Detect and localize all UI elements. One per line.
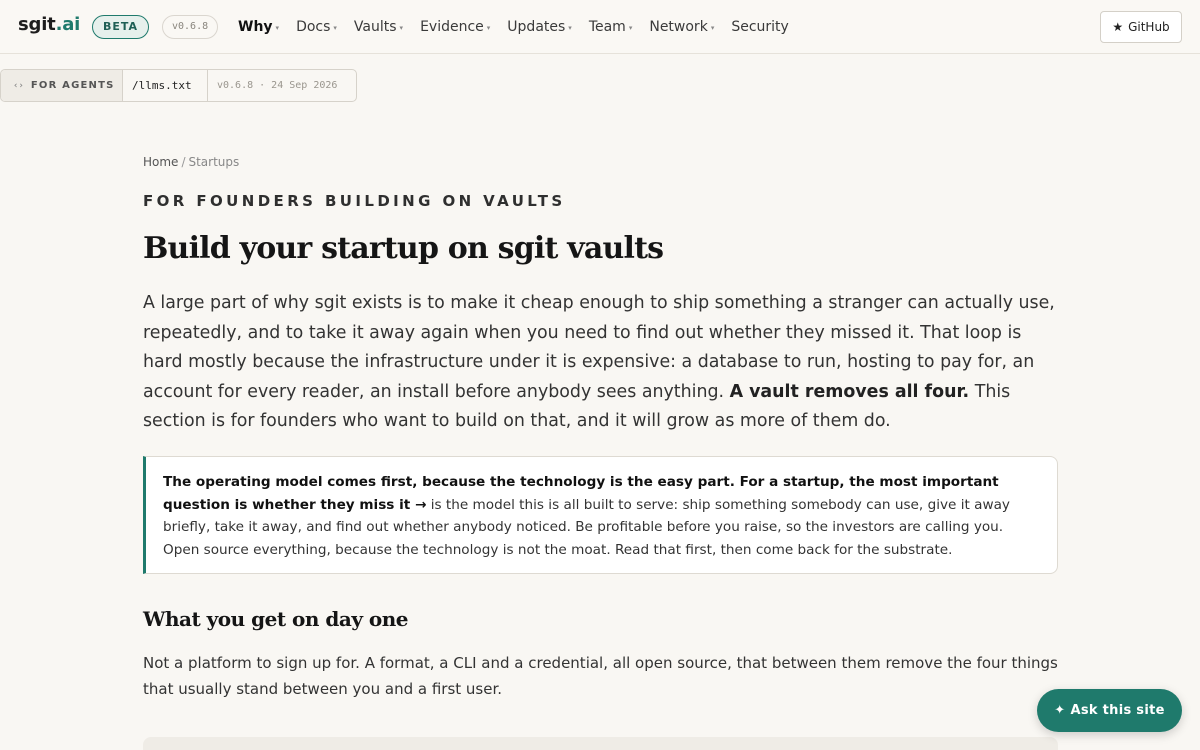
agents-label-segment: ‹› FOR AGENTS	[1, 70, 123, 101]
top-navigation-bar: sgit.ai BETA v0.6.8 Why ▾ Docs ▾ Vaults ▾ E…	[0, 0, 1200, 54]
next-content-block	[143, 737, 1058, 750]
nav-label: Security	[731, 19, 789, 35]
nav-label: Vaults	[353, 19, 397, 35]
lead-paragraph: A large part of why sgit exists is to ma…	[143, 289, 1058, 437]
breadcrumb-home-link[interactable]: Home	[143, 155, 178, 169]
nav-label: Network	[649, 19, 708, 35]
chevron-down-icon: ▾	[399, 24, 404, 32]
llms-txt-link[interactable]: /llms.txt	[123, 70, 208, 101]
logo-accent: .ai	[55, 14, 81, 35]
version-badge: v0.6.8	[162, 15, 219, 39]
code-icon: ‹›	[13, 80, 24, 91]
agents-label: FOR AGENTS	[30, 80, 115, 91]
sparkle-icon: ✦	[1054, 703, 1066, 718]
chevron-down-icon: ▾	[710, 24, 715, 32]
logo-text: sgit	[18, 14, 56, 35]
agents-strip: ‹› FOR AGENTS /llms.txt v0.6.8 · 24 Sep 2…	[0, 69, 357, 102]
chevron-down-icon: ▾	[568, 24, 572, 32]
lead-emphasis: A vault removes all four.	[729, 381, 970, 402]
operating-model-callout: The operating model comes first, because…	[143, 456, 1058, 574]
breadcrumb-separator: /	[181, 155, 186, 169]
nav-item-why[interactable]: Why ▾	[238, 19, 279, 35]
breadcrumb: Home / Startups	[143, 155, 239, 169]
section-paragraph: Not a platform to sign up for. A format,…	[143, 654, 1058, 698]
nav-item-team[interactable]: Team ▾	[589, 19, 633, 35]
section-heading: What you get on day one	[143, 607, 409, 631]
breadcrumb-current: Startups	[188, 155, 240, 169]
nav-item-security[interactable]: Security	[731, 19, 789, 35]
section-eyebrow: FOR FOUNDERS BUILDING ON VAULTS	[143, 192, 566, 210]
nav-item-updates[interactable]: Updates ▾	[507, 19, 572, 35]
page-title: Build your startup on sgit vaults	[143, 231, 664, 266]
agents-version-date: v0.6.8 · 24 Sep 2026	[217, 80, 338, 91]
nav-label: Updates	[507, 19, 566, 35]
nav-label: Docs	[296, 19, 331, 35]
github-label: GitHub	[1128, 20, 1170, 34]
ask-label: Ask this site	[1070, 703, 1165, 718]
nav-item-docs[interactable]: Docs ▾	[296, 19, 337, 35]
chevron-down-icon: ▾	[628, 24, 633, 32]
nav-item-network[interactable]: Network ▾	[649, 19, 714, 35]
chevron-down-icon: ▾	[333, 24, 337, 32]
site-logo[interactable]: sgit.ai	[18, 14, 80, 35]
star-icon: ★	[1112, 20, 1124, 34]
beta-badge: BETA	[92, 15, 150, 39]
nav-item-evidence[interactable]: Evidence ▾	[420, 19, 490, 35]
nav-label: Team	[588, 19, 626, 35]
main-nav: Why ▾ Docs ▾ Vaults ▾ Evidence ▾ Updates ▾ Te…	[238, 0, 806, 54]
nav-label: Why	[238, 19, 273, 35]
chevron-down-icon: ▾	[486, 24, 491, 32]
ask-this-site-button[interactable]: ✦ Ask this site	[1037, 689, 1182, 732]
nav-item-vaults[interactable]: Vaults ▾	[354, 19, 403, 35]
chevron-down-icon: ▾	[275, 24, 280, 32]
github-button[interactable]: ★ GitHub	[1100, 11, 1182, 43]
nav-label: Evidence	[420, 19, 484, 35]
